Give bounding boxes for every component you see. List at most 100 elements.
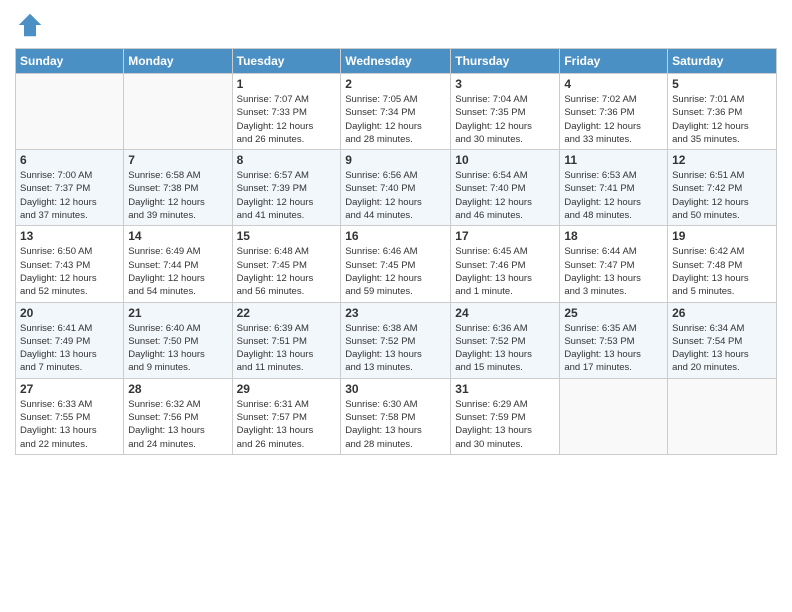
col-saturday: Saturday [668,49,777,74]
calendar-cell: 11 Sunrise: 6:53 AM Sunset: 7:41 PM Dayli… [560,150,668,226]
day-info: Sunrise: 6:58 AM Sunset: 7:38 PM Dayligh… [128,169,227,222]
day-number: 4 [564,77,663,91]
day-info: Sunrise: 6:42 AM Sunset: 7:48 PM Dayligh… [672,245,772,298]
day-number: 19 [672,229,772,243]
day-number: 25 [564,306,663,320]
day-number: 12 [672,153,772,167]
calendar-header: Sunday Monday Tuesday Wednesday Thursday… [16,49,777,74]
calendar-week-4: 27 Sunrise: 6:33 AM Sunset: 7:55 PM Dayli… [16,378,777,454]
calendar-cell [668,378,777,454]
calendar-cell: 18 Sunrise: 6:44 AM Sunset: 7:47 PM Dayli… [560,226,668,302]
calendar-cell: 9Sunrise: 6:56 AM Sunset: 7:40 PM Daylig… [341,150,451,226]
logo-icon [15,10,45,40]
day-info: Sunrise: 7:01 AM Sunset: 7:36 PM Dayligh… [672,93,772,146]
col-monday: Monday [124,49,232,74]
col-sunday: Sunday [16,49,124,74]
calendar-week-1: 6Sunrise: 7:00 AM Sunset: 7:37 PM Daylig… [16,150,777,226]
day-info: Sunrise: 6:36 AM Sunset: 7:52 PM Dayligh… [455,322,555,375]
calendar-cell: 21Sunrise: 6:40 AM Sunset: 7:50 PM Dayli… [124,302,232,378]
day-number: 27 [20,382,119,396]
calendar-cell: 26 Sunrise: 6:34 AM Sunset: 7:54 PM Dayli… [668,302,777,378]
calendar-cell: 22 Sunrise: 6:39 AM Sunset: 7:51 PM Dayli… [232,302,341,378]
day-info: Sunrise: 6:40 AM Sunset: 7:50 PM Dayligh… [128,322,227,375]
calendar-cell: 24Sunrise: 6:36 AM Sunset: 7:52 PM Dayli… [451,302,560,378]
calendar-cell: 23 Sunrise: 6:38 AM Sunset: 7:52 PM Dayli… [341,302,451,378]
calendar-week-0: 1 Sunrise: 7:07 AM Sunset: 7:33 PM Daylig… [16,74,777,150]
day-info: Sunrise: 7:02 AM Sunset: 7:36 PM Dayligh… [564,93,663,146]
day-number: 28 [128,382,227,396]
day-info: Sunrise: 7:05 AM Sunset: 7:34 PM Dayligh… [345,93,446,146]
day-number: 8 [237,153,337,167]
day-number: 18 [564,229,663,243]
calendar-cell: 25 Sunrise: 6:35 AM Sunset: 7:53 PM Dayli… [560,302,668,378]
col-thursday: Thursday [451,49,560,74]
day-number: 22 [237,306,337,320]
day-info: Sunrise: 6:53 AM Sunset: 7:41 PM Dayligh… [564,169,663,222]
calendar-cell: 14 Sunrise: 6:49 AM Sunset: 7:44 PM Dayli… [124,226,232,302]
day-number: 16 [345,229,446,243]
calendar-week-3: 20 Sunrise: 6:41 AM Sunset: 7:49 PM Dayli… [16,302,777,378]
day-number: 14 [128,229,227,243]
calendar-cell: 1 Sunrise: 7:07 AM Sunset: 7:33 PM Daylig… [232,74,341,150]
day-number: 23 [345,306,446,320]
day-number: 30 [345,382,446,396]
calendar-cell: 4 Sunrise: 7:02 AM Sunset: 7:36 PM Daylig… [560,74,668,150]
calendar-cell: 16 Sunrise: 6:46 AM Sunset: 7:45 PM Dayli… [341,226,451,302]
day-info: Sunrise: 6:39 AM Sunset: 7:51 PM Dayligh… [237,322,337,375]
day-info: Sunrise: 6:41 AM Sunset: 7:49 PM Dayligh… [20,322,119,375]
day-number: 1 [237,77,337,91]
day-number: 13 [20,229,119,243]
day-number: 17 [455,229,555,243]
day-info: Sunrise: 6:50 AM Sunset: 7:43 PM Dayligh… [20,245,119,298]
calendar-cell: 13 Sunrise: 6:50 AM Sunset: 7:43 PM Dayli… [16,226,124,302]
col-wednesday: Wednesday [341,49,451,74]
calendar-cell: 28Sunrise: 6:32 AM Sunset: 7:56 PM Dayli… [124,378,232,454]
day-number: 7 [128,153,227,167]
calendar-cell: 7 Sunrise: 6:58 AM Sunset: 7:38 PM Daylig… [124,150,232,226]
day-info: Sunrise: 6:49 AM Sunset: 7:44 PM Dayligh… [128,245,227,298]
day-number: 5 [672,77,772,91]
calendar-cell: 10 Sunrise: 6:54 AM Sunset: 7:40 PM Dayli… [451,150,560,226]
header [15,10,777,40]
col-friday: Friday [560,49,668,74]
calendar-cell: 15 Sunrise: 6:48 AM Sunset: 7:45 PM Dayli… [232,226,341,302]
day-info: Sunrise: 6:44 AM Sunset: 7:47 PM Dayligh… [564,245,663,298]
day-number: 10 [455,153,555,167]
day-info: Sunrise: 6:35 AM Sunset: 7:53 PM Dayligh… [564,322,663,375]
col-tuesday: Tuesday [232,49,341,74]
day-info: Sunrise: 6:51 AM Sunset: 7:42 PM Dayligh… [672,169,772,222]
day-info: Sunrise: 6:45 AM Sunset: 7:46 PM Dayligh… [455,245,555,298]
day-number: 15 [237,229,337,243]
day-number: 6 [20,153,119,167]
day-number: 26 [672,306,772,320]
calendar-cell [16,74,124,150]
day-info: Sunrise: 7:07 AM Sunset: 7:33 PM Dayligh… [237,93,337,146]
day-number: 29 [237,382,337,396]
calendar-cell: 12 Sunrise: 6:51 AM Sunset: 7:42 PM Dayli… [668,150,777,226]
calendar-table: Sunday Monday Tuesday Wednesday Thursday… [15,48,777,455]
day-number: 20 [20,306,119,320]
calendar-cell: 19 Sunrise: 6:42 AM Sunset: 7:48 PM Dayli… [668,226,777,302]
day-info: Sunrise: 6:38 AM Sunset: 7:52 PM Dayligh… [345,322,446,375]
day-info: Sunrise: 6:30 AM Sunset: 7:58 PM Dayligh… [345,398,446,451]
calendar-cell [560,378,668,454]
day-number: 3 [455,77,555,91]
day-number: 2 [345,77,446,91]
day-info: Sunrise: 6:33 AM Sunset: 7:55 PM Dayligh… [20,398,119,451]
day-info: Sunrise: 6:34 AM Sunset: 7:54 PM Dayligh… [672,322,772,375]
calendar-cell: 27 Sunrise: 6:33 AM Sunset: 7:55 PM Dayli… [16,378,124,454]
calendar-cell: 8Sunrise: 6:57 AM Sunset: 7:39 PM Daylig… [232,150,341,226]
day-info: Sunrise: 6:48 AM Sunset: 7:45 PM Dayligh… [237,245,337,298]
day-number: 31 [455,382,555,396]
calendar-week-2: 13 Sunrise: 6:50 AM Sunset: 7:43 PM Dayli… [16,226,777,302]
calendar-cell: 6Sunrise: 7:00 AM Sunset: 7:37 PM Daylig… [16,150,124,226]
day-info: Sunrise: 7:04 AM Sunset: 7:35 PM Dayligh… [455,93,555,146]
calendar-cell: 5 Sunrise: 7:01 AM Sunset: 7:36 PM Daylig… [668,74,777,150]
day-info: Sunrise: 6:54 AM Sunset: 7:40 PM Dayligh… [455,169,555,222]
calendar-cell: 20 Sunrise: 6:41 AM Sunset: 7:49 PM Dayli… [16,302,124,378]
day-info: Sunrise: 6:46 AM Sunset: 7:45 PM Dayligh… [345,245,446,298]
calendar-cell [124,74,232,150]
day-number: 11 [564,153,663,167]
calendar-cell: 17 Sunrise: 6:45 AM Sunset: 7:46 PM Dayli… [451,226,560,302]
page: Sunday Monday Tuesday Wednesday Thursday… [0,0,792,465]
